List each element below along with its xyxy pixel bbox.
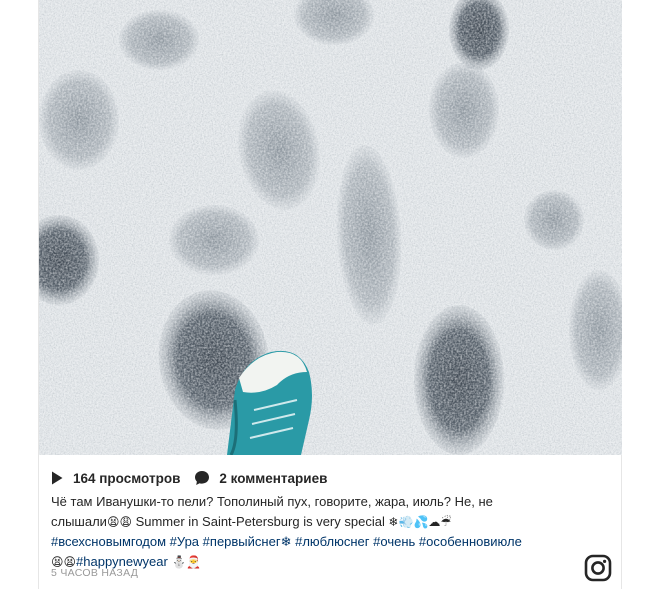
comments-count[interactable]: 2 комментариев [194,470,327,486]
post-caption: Чё там Иванушки-то пели? Тополиный пух, … [51,492,581,572]
post-stats: 164 просмотров 2 комментариев [51,468,327,488]
caption-line-2: слышали😫😩 Summer in Saint-Petersburg is … [51,514,452,529]
hashtag-link[interactable]: #люблюснег [295,534,369,549]
snow-footprints-image [39,0,622,455]
caption-line-1: Чё там Иванушки-то пели? Тополиный пух, … [51,494,493,509]
comment-bubble-icon [195,471,210,485]
hashtag-link[interactable]: #всехсновымгодом [51,534,166,549]
hashtag-link[interactable]: #особенновиюле [419,534,522,549]
post-photo[interactable] [39,0,622,455]
emoji-weather: ❄💨💦☁☔ [388,515,452,529]
emoji-snowman-santa: ⛄🎅 [171,555,202,569]
views-count: 164 просмотров [51,471,180,486]
instagram-icon[interactable] [584,554,612,582]
emoji-weary: 😫😩 [106,515,132,529]
play-icon [52,471,63,485]
hashtag-link[interactable]: #очень [373,534,415,549]
hashtag-link[interactable]: #первыйснег❄ [203,534,292,549]
post-timestamp: 5 ЧАСОВ НАЗАД [51,567,139,579]
caption-hashtags: #всехсновымгодом #Ура #первыйснег❄ #любл… [51,532,581,552]
hashtag-link[interactable]: #Ура [170,534,199,549]
views-label: 164 просмотров [73,470,181,486]
instagram-post-card: 164 просмотров 2 комментариев Чё там Ива… [38,0,622,589]
comments-label: 2 комментариев [219,470,328,486]
